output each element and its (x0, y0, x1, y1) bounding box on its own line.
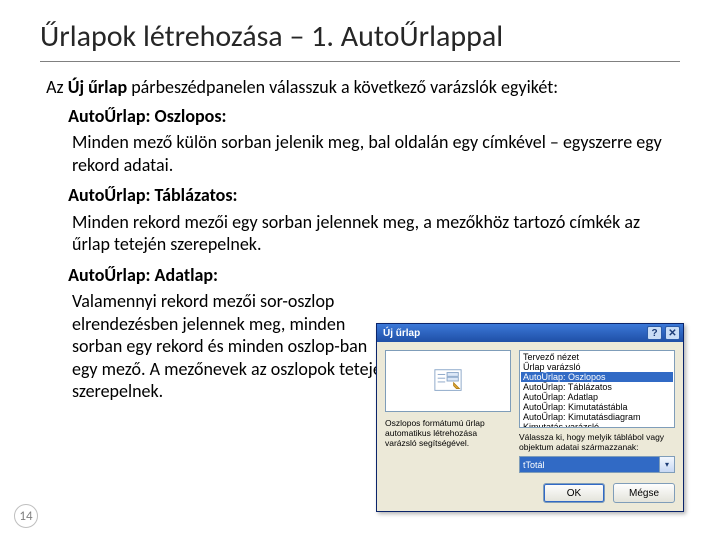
item-2-label: ໾ AutoŰrlap: Táblázatos: (62, 184, 680, 207)
dialog-body: Oszlopos formátumú űrlap automatikus lét… (377, 342, 683, 479)
dialog-description: Oszlopos formátumú űrlap automatikus lét… (385, 418, 511, 449)
item-1-desc: Minden mező külön sorban jelenik meg, ba… (72, 131, 680, 176)
list-item[interactable]: AutoŰrlap: Oszlopos (521, 372, 673, 382)
item-2-pre: AutoŰrlap: (68, 184, 154, 206)
slide: Űrlapok létrehozása – 1. AutoŰrlappal ໾ … (0, 0, 720, 540)
dialog-left: Oszlopos formátumú űrlap automatikus lét… (385, 350, 511, 473)
item-1-label: ໾ AutoŰrlap: Oszlopos: (62, 105, 680, 128)
list-item[interactable]: AutoŰrlap: Kimutatástábla (521, 402, 673, 412)
source-label: Válassza ki, hogy melyik táblábol vagy o… (519, 432, 675, 452)
dialog-buttons: OK Mégse (377, 479, 683, 511)
combobox-value: tTotál (520, 457, 659, 472)
page-title: Űrlapok létrehozása – 1. AutoŰrlappal (40, 18, 680, 62)
item-2-desc: Minden rekord mezői egy sorban jelennek … (72, 211, 680, 256)
list-item[interactable]: AutoŰrlap: Kimutatásdiagram (521, 412, 673, 422)
wizard-listbox[interactable]: Tervező nézetŰrlap varázslóAutoŰrlap: Os… (519, 350, 675, 428)
item-3-label: ໾ AutoŰrlap: Adatlap: (62, 264, 680, 287)
list-item[interactable]: Űrlap varázsló (521, 362, 673, 372)
preview-pane (385, 350, 511, 412)
item-3-desc: Valamennyi rekord mezői sor-oszlop elren… (72, 290, 392, 403)
form-preview-icon (433, 366, 463, 396)
close-button[interactable]: ✕ (665, 326, 680, 340)
intro-line: ໾ Az Új űrlap párbeszédpanelen válasszuk… (40, 76, 680, 99)
item-3-bold: Adatlap: (155, 264, 218, 286)
source-combobox[interactable]: tTotál ▾ (519, 456, 675, 473)
list-item[interactable]: AutoŰrlap: Adatlap (521, 392, 673, 402)
help-button[interactable]: ? (647, 326, 662, 340)
item-3-pre: AutoŰrlap: (68, 264, 154, 286)
dialog-title-buttons: ? ✕ (647, 326, 680, 340)
dialog-title: Új űrlap (383, 328, 420, 339)
new-form-dialog: Új űrlap ? ✕ O (376, 323, 684, 512)
list-item[interactable]: Kimutatás varázsló (521, 422, 673, 428)
list-item[interactable]: Tervező nézet (521, 352, 673, 362)
item-1-pre: AutoŰrlap: (68, 105, 154, 127)
item-2-bold: Táblázatos: (155, 184, 238, 206)
dialog-right: Tervező nézetŰrlap varázslóAutoŰrlap: Os… (519, 350, 675, 473)
page-number: 14 (14, 504, 38, 528)
item-1-bold: Oszlopos: (155, 105, 227, 127)
chevron-down-icon[interactable]: ▾ (659, 457, 674, 472)
dialog-titlebar[interactable]: Új űrlap ? ✕ (377, 324, 683, 342)
list-item[interactable]: AutoŰrlap: Táblázatos (521, 382, 673, 392)
intro-bold: Új űrlap (68, 76, 127, 98)
intro-pre: Az (46, 76, 68, 98)
intro-post: párbeszédpanelen válasszuk a következő v… (131, 76, 558, 98)
cancel-button[interactable]: Mégse (613, 483, 675, 503)
ok-button[interactable]: OK (543, 483, 605, 503)
